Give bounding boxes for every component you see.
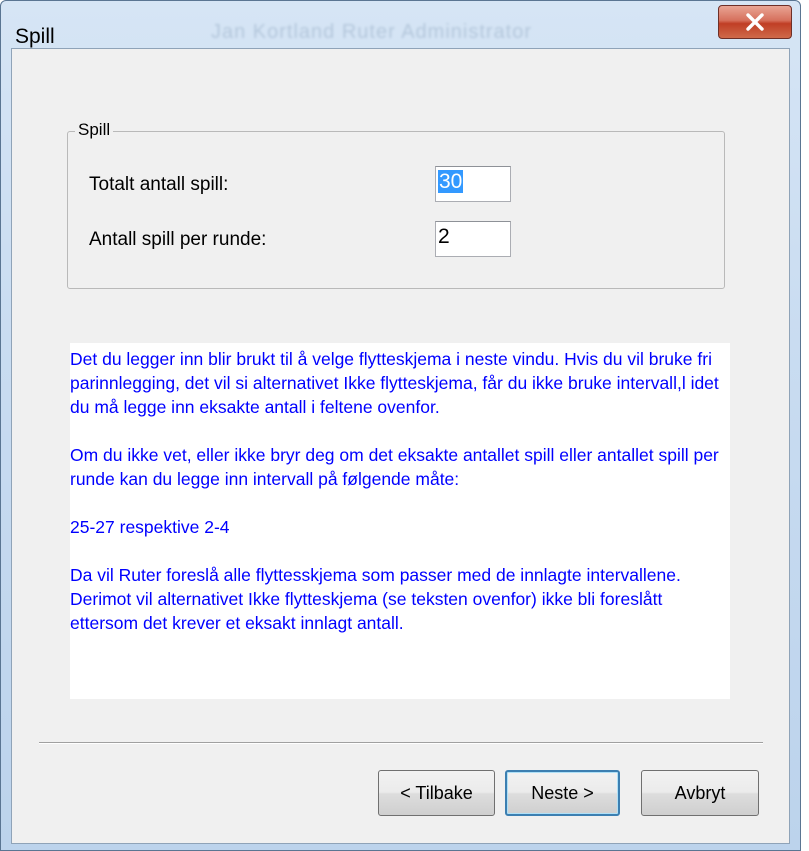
background-window-title: Jan Kortland Ruter Administrator (211, 21, 533, 43)
window-title: Spill (15, 25, 55, 48)
total-games-label: Totalt antall spill: (89, 174, 229, 195)
separator-line (39, 742, 763, 744)
back-button[interactable]: < Tilbake (378, 770, 495, 816)
total-games-input[interactable]: 30 (435, 166, 511, 202)
next-button[interactable]: Neste > (505, 770, 620, 816)
games-per-round-input[interactable]: 2 (435, 221, 511, 257)
next-button-label: Neste > (531, 782, 594, 803)
close-icon (746, 13, 764, 31)
back-button-label: < Tilbake (400, 782, 473, 803)
info-paragraph: Da vil Ruter foreslå alle flyttesskjema … (70, 565, 681, 633)
cancel-button[interactable]: Avbryt (641, 770, 759, 816)
spill-groupbox: Spill (67, 120, 725, 289)
games-per-round-value: 2 (438, 225, 450, 248)
cancel-button-label: Avbryt (674, 782, 726, 803)
info-paragraph: 25-27 respektive 2-4 (70, 517, 230, 537)
info-paragraph: Om du ikke vet, eller ikke bryr deg om d… (70, 445, 719, 489)
info-paragraph: Det du legger inn blir brukt til å velge… (70, 349, 719, 417)
games-per-round-label: Antall spill per runde: (89, 229, 267, 250)
dialog-client-area: Spill Totalt antall spill: 30 Antall spi… (11, 48, 790, 844)
close-button[interactable] (718, 5, 792, 39)
groupbox-legend: Spill (75, 120, 114, 140)
info-text-panel: Det du legger inn blir brukt til å velge… (70, 343, 730, 699)
dialog-window: Jan Kortland Ruter Administrator Spill S… (0, 0, 801, 851)
total-games-value: 30 (438, 170, 464, 193)
